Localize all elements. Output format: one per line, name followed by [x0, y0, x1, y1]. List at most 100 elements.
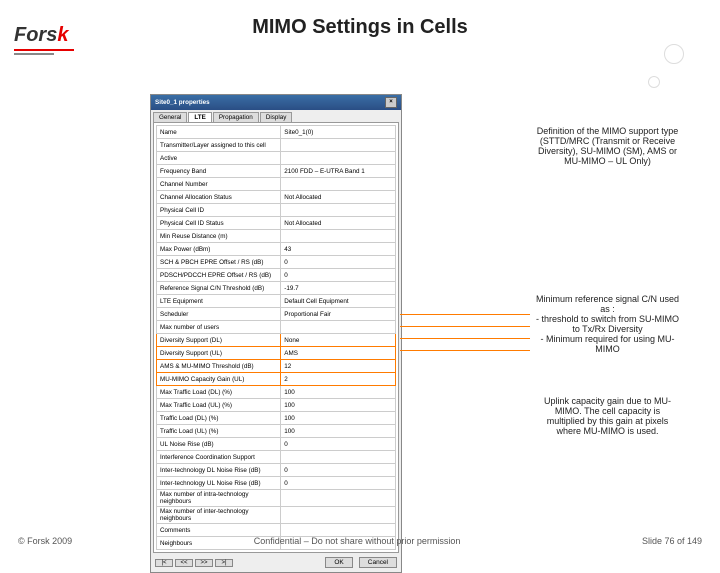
table-row: Min Reuse Distance (m) [157, 230, 396, 243]
table-row: AMS & MU-MIMO Threshold (dB)12 [157, 360, 396, 373]
connector [400, 350, 530, 351]
field-value[interactable]: None [281, 334, 396, 347]
table-row: Frequency Band2100 FDD – E-UTRA Band 1 [157, 165, 396, 178]
field-label: LTE Equipment [157, 295, 281, 308]
field-value[interactable]: 100 [281, 425, 396, 438]
table-row: Channel Allocation StatusNot Allocated [157, 191, 396, 204]
footer-slide-number: Slide 76 of 149 [642, 536, 702, 546]
field-value[interactable]: -19.7 [281, 282, 396, 295]
field-value[interactable]: AMS [281, 347, 396, 360]
table-row: SchedulerProportional Fair [157, 308, 396, 321]
connector [400, 314, 530, 315]
field-value[interactable] [281, 152, 396, 165]
table-row: Comments [157, 524, 396, 537]
field-label: Inter-technology DL Noise Rise (dB) [157, 464, 281, 477]
field-label: Diversity Support (DL) [157, 334, 281, 347]
field-value[interactable] [281, 490, 396, 507]
table-row: Traffic Load (UL) (%)100 [157, 425, 396, 438]
table-row: MU-MIMO Capacity Gain (UL)2 [157, 373, 396, 386]
field-value[interactable] [281, 451, 396, 464]
field-value[interactable] [281, 139, 396, 152]
tab-propagation[interactable]: Propagation [213, 112, 259, 122]
table-row: Traffic Load (DL) (%)100 [157, 412, 396, 425]
field-label: Inter-technology UL Noise Rise (dB) [157, 477, 281, 490]
field-value[interactable] [281, 230, 396, 243]
field-value[interactable] [281, 321, 396, 334]
field-value[interactable]: 12 [281, 360, 396, 373]
nav-button[interactable]: << [175, 559, 193, 567]
tab-lte[interactable]: LTE [188, 112, 211, 122]
table-row: PDSCH/PDCCH EPRE Offset / RS (dB)0 [157, 269, 396, 282]
field-label: Transmitter/Layer assigned to this cell [157, 139, 281, 152]
table-row: Max number of intra-technology neighbour… [157, 490, 396, 507]
field-label: Traffic Load (DL) (%) [157, 412, 281, 425]
table-row: NameSite0_1(0) [157, 126, 396, 139]
field-label: AMS & MU-MIMO Threshold (dB) [157, 360, 281, 373]
field-value[interactable] [281, 507, 396, 524]
field-label: Frequency Band [157, 165, 281, 178]
footer-copyright: © Forsk 2009 [18, 536, 72, 546]
field-value[interactable]: Site0_1(0) [281, 126, 396, 139]
field-label: Channel Allocation Status [157, 191, 281, 204]
page-title: MIMO Settings in Cells [0, 16, 720, 39]
field-label: Max Power (dBm) [157, 243, 281, 256]
field-value[interactable]: 0 [281, 256, 396, 269]
nav-button[interactable]: >> [195, 559, 213, 567]
field-label: Name [157, 126, 281, 139]
field-value[interactable]: 0 [281, 438, 396, 451]
field-label: UL Noise Rise (dB) [157, 438, 281, 451]
field-value[interactable]: 0 [281, 477, 396, 490]
connector [400, 338, 530, 339]
nav-button[interactable]: |< [155, 559, 173, 567]
nav-button[interactable]: >| [215, 559, 233, 567]
table-row: Max Power (dBm)43 [157, 243, 396, 256]
callout-mimo-type: Definition of the MIMO support type (STT… [535, 126, 680, 166]
field-label: Scheduler [157, 308, 281, 321]
field-value[interactable]: 100 [281, 399, 396, 412]
field-value[interactable]: Default Cell Equipment [281, 295, 396, 308]
field-label: Reference Signal C/N Threshold (dB) [157, 282, 281, 295]
dialog-title: Site0_1 properties [155, 99, 210, 106]
field-value[interactable]: Proportional Fair [281, 308, 396, 321]
field-value[interactable] [281, 178, 396, 191]
tab-general[interactable]: General [153, 112, 187, 122]
table-row: Active [157, 152, 396, 165]
table-row: Diversity Support (DL)None [157, 334, 396, 347]
field-value[interactable]: 43 [281, 243, 396, 256]
field-label: PDSCH/PDCCH EPRE Offset / RS (dB) [157, 269, 281, 282]
field-value[interactable]: 100 [281, 386, 396, 399]
field-value[interactable]: 100 [281, 412, 396, 425]
cancel-button[interactable]: Cancel [359, 557, 397, 568]
field-value[interactable] [281, 204, 396, 217]
table-row: Reference Signal C/N Threshold (dB)-19.7 [157, 282, 396, 295]
field-label: Max number of users [157, 321, 281, 334]
field-value[interactable]: 0 [281, 464, 396, 477]
field-label: Max Traffic Load (UL) (%) [157, 399, 281, 412]
table-row: Interference Coordination Support [157, 451, 396, 464]
properties-dialog: Site0_1 properties × GeneralLTEPropagati… [150, 94, 402, 573]
field-value[interactable]: 2 [281, 373, 396, 386]
decor-circle [664, 44, 684, 64]
field-value[interactable]: Not Allocated [281, 217, 396, 230]
field-label: Max number of inter-technology neighbour… [157, 507, 281, 524]
ok-button[interactable]: OK [325, 557, 352, 568]
field-label: Active [157, 152, 281, 165]
field-value[interactable] [281, 524, 396, 537]
field-value[interactable]: Not Allocated [281, 191, 396, 204]
field-value[interactable]: 0 [281, 269, 396, 282]
table-row: Max number of inter-technology neighbour… [157, 507, 396, 524]
close-icon[interactable]: × [385, 97, 397, 108]
tab-display[interactable]: Display [260, 112, 293, 122]
field-value[interactable]: 2100 FDD – E-UTRA Band 1 [281, 165, 396, 178]
table-row: Max Traffic Load (DL) (%)100 [157, 386, 396, 399]
field-label: Physical Cell ID Status [157, 217, 281, 230]
callout-min-ref: Minimum reference signal C/N used as : -… [535, 294, 680, 354]
decor-circle [648, 76, 660, 88]
field-label: Physical Cell ID [157, 204, 281, 217]
table-row: Diversity Support (UL)AMS [157, 347, 396, 360]
table-row: Max Traffic Load (UL) (%)100 [157, 399, 396, 412]
dialog-titlebar: Site0_1 properties × [151, 95, 401, 110]
brand-logo: Forsk [14, 24, 74, 57]
table-row: SCH & PBCH EPRE Offset / RS (dB)0 [157, 256, 396, 269]
field-label: Channel Number [157, 178, 281, 191]
